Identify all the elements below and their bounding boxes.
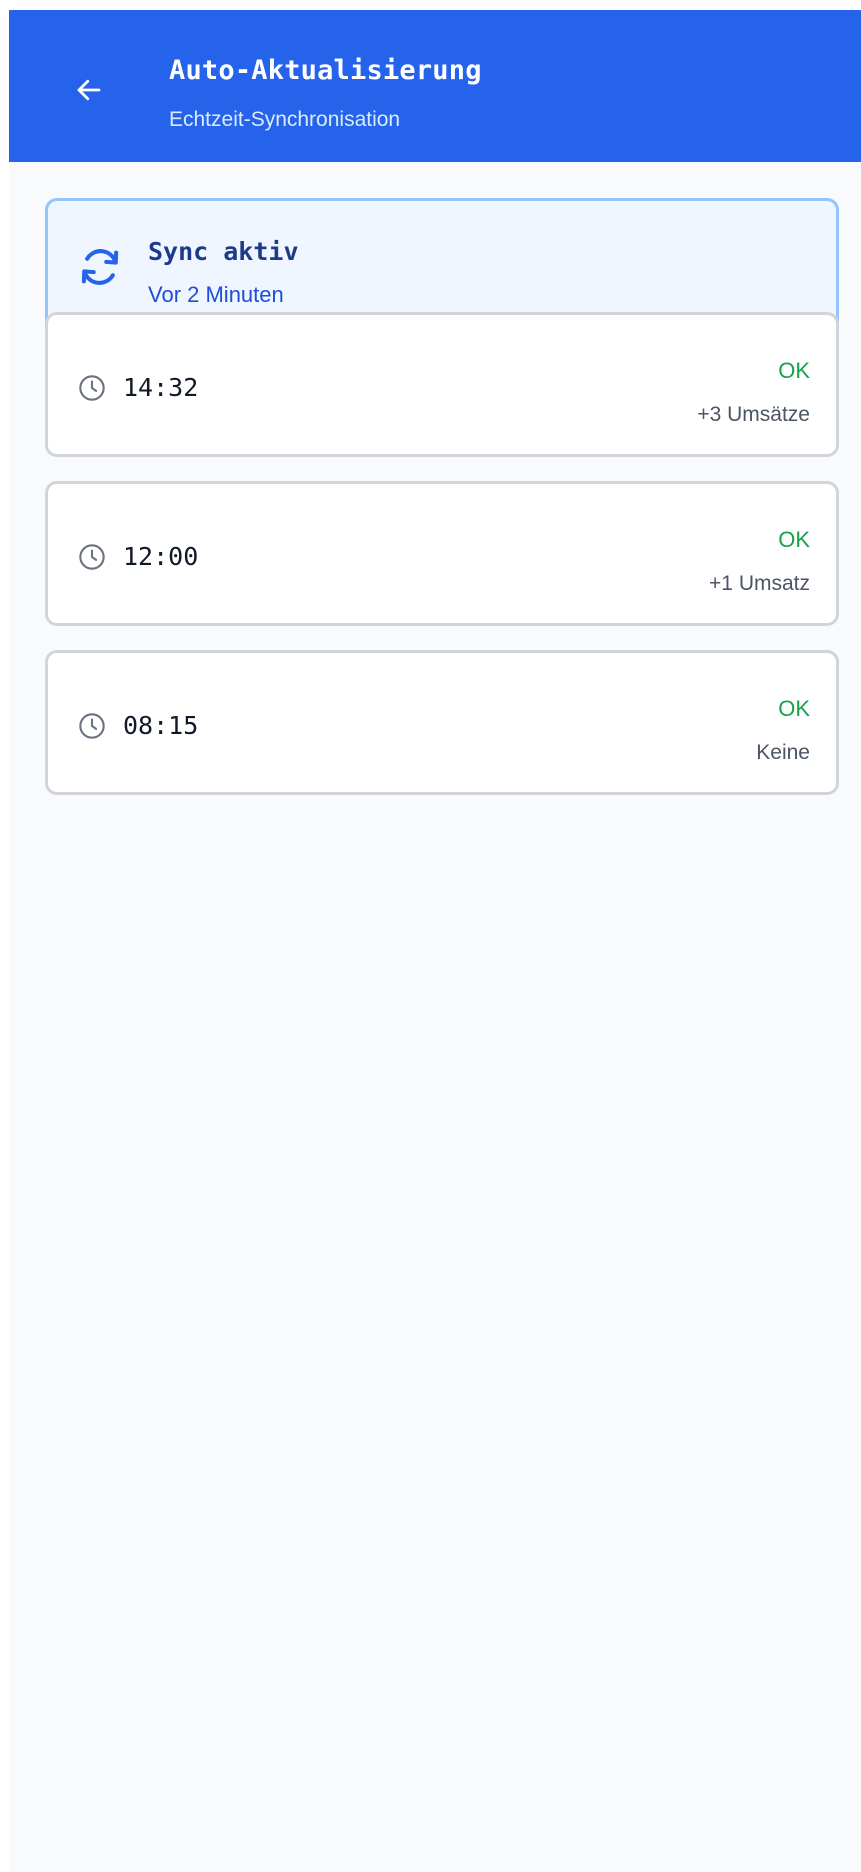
history-item-status: OK (778, 358, 810, 383)
history-item[interactable]: 12:00 OK +1 Umsatz (45, 481, 839, 626)
history-item-status: OK (778, 527, 810, 552)
clock-icon (79, 713, 105, 739)
history-item[interactable]: 14:32 OK +3 Umsätze (45, 312, 839, 457)
page-subtitle: Echtzeit-Synchronisation (169, 108, 401, 131)
sync-status-title: Sync aktiv (148, 237, 299, 266)
history-item-detail: +3 Umsätze (697, 403, 810, 426)
arrow-left-icon (77, 79, 101, 101)
app-screen: Auto-Aktualisierung Echtzeit-Synchronisa… (9, 10, 861, 1872)
history-item-status: OK (778, 696, 810, 721)
history-item-detail: Keine (756, 741, 810, 764)
clock-icon (79, 375, 105, 401)
app-header: Auto-Aktualisierung Echtzeit-Synchronisa… (9, 10, 861, 162)
history-item-time: 14:32 (123, 373, 199, 402)
history-item-time: 12:00 (123, 542, 199, 571)
back-button[interactable] (66, 67, 112, 113)
history-item-time: 08:15 (123, 711, 199, 740)
clock-icon (79, 544, 105, 570)
history-item-detail: +1 Umsatz (709, 572, 810, 595)
sync-icon (81, 249, 119, 285)
history-item[interactable]: 08:15 OK Keine (45, 650, 839, 795)
last-sync-time: Vor 2 Minuten (148, 282, 284, 307)
page-title: Auto-Aktualisierung (169, 55, 482, 86)
